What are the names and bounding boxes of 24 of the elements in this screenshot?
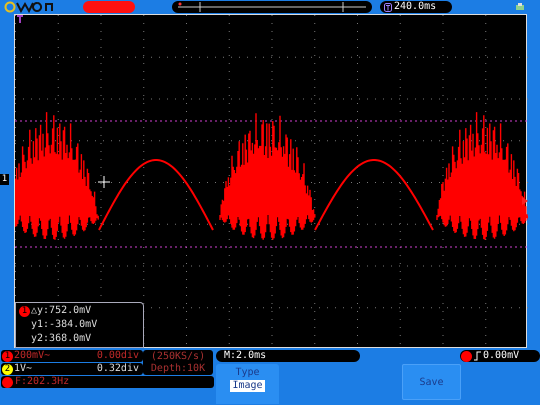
trigger-position-icon [384,2,392,12]
selected-option: Image [230,380,265,392]
measurement-text: y2:368.0mV [31,333,92,345]
crosshair-icon [98,176,110,188]
run-status-indicator [83,1,135,13]
channel-offset: 0.32div [96,364,139,374]
type-selector[interactable]: Type Image [216,364,279,404]
sample-rate: (250KS/s) [150,350,206,362]
measurement-text: y1:-384.0mV [31,319,98,331]
frequency-readout: F:202.3Hz [15,377,70,387]
channel-scale: 200mV~ [14,351,50,361]
measurement-text: △y:752.0mV [31,305,92,317]
channel-scale: 1V~ [14,364,32,374]
channel-marker: 1 [0,174,9,185]
channel-offset: 0.00div [96,351,139,361]
brand-logo-icon [4,1,56,13]
trigger-level-marker-icon [522,197,528,205]
trigger-level: 0.00mV [483,351,520,361]
usb-icon [515,2,525,12]
timebase-readout: M:2.0ms [216,350,360,362]
rising-edge-icon [474,351,481,361]
trigger-time-marker-icon [16,15,24,24]
trigger-position-text: 240.0ms [394,2,436,12]
memory-depth: Depth:10K [150,362,206,374]
